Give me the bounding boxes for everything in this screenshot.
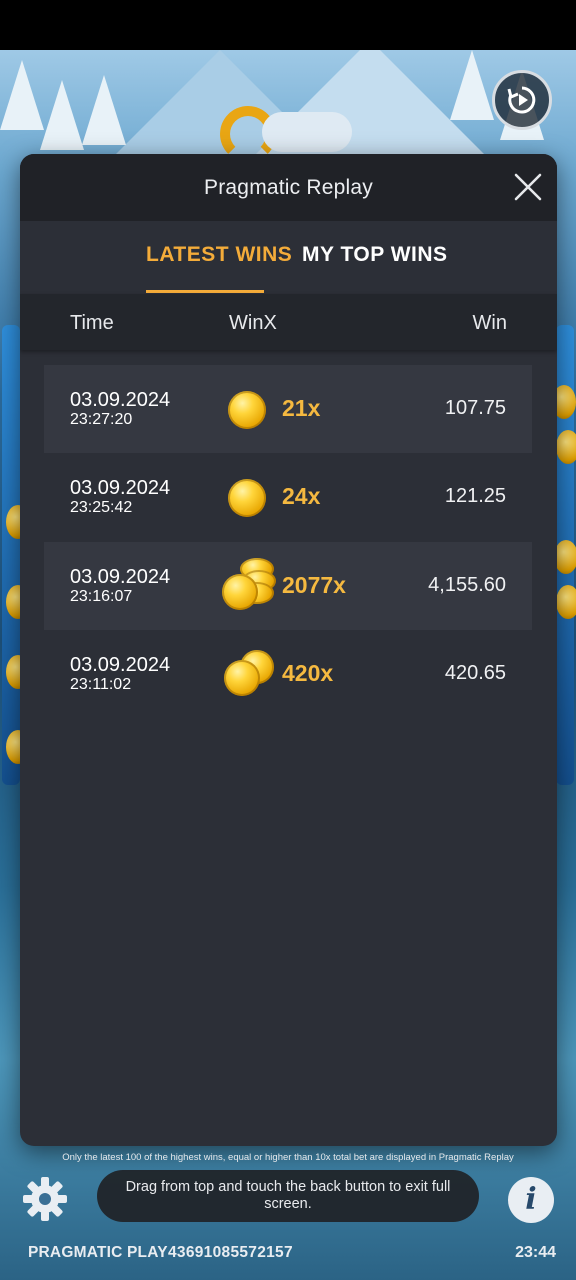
row-date: 03.09.2024 bbox=[70, 654, 171, 676]
tree-shape bbox=[82, 75, 126, 145]
game-bottom-bar: PRAGMATIC PLAY 43691085572157 23:44 bbox=[0, 1236, 576, 1270]
coin-icon bbox=[556, 585, 576, 619]
row-time: 23:27:20 bbox=[70, 411, 133, 428]
coin-icon bbox=[556, 430, 576, 464]
row-date: 03.09.2024 bbox=[70, 566, 171, 588]
tab-my-top-wins[interactable]: MY TOP WINS bbox=[302, 243, 448, 267]
row-date: 03.09.2024 bbox=[70, 389, 171, 411]
close-icon[interactable] bbox=[513, 172, 543, 202]
win-row[interactable]: 03.09.2024 23:11:02 420x 420.65 bbox=[44, 630, 532, 718]
row-multiplier: 420x bbox=[282, 660, 334, 686]
info-icon[interactable]: i bbox=[508, 1177, 554, 1223]
row-time: 23:25:42 bbox=[70, 499, 133, 516]
reel-edge-left bbox=[2, 325, 20, 785]
brand-label: PRAGMATIC PLAY bbox=[28, 1244, 168, 1261]
coin-stack-icon bbox=[222, 558, 280, 616]
status-bar-area bbox=[0, 0, 576, 50]
replay-footnote: Only the latest 100 of the highest wins,… bbox=[62, 1152, 514, 1163]
coin-icon bbox=[554, 540, 576, 574]
tab-bar: LATEST WINS MY TOP WINS bbox=[20, 221, 557, 294]
column-header-winx: WinX bbox=[229, 312, 277, 334]
clock: 23:44 bbox=[515, 1244, 556, 1261]
column-header-time: Time bbox=[70, 312, 114, 334]
win-row[interactable]: 03.09.2024 23:16:07 2077x 4,155.60 bbox=[44, 542, 532, 630]
active-tab-indicator bbox=[146, 290, 264, 293]
replay-modal: Pragmatic Replay LATEST WINS MY TOP WINS… bbox=[20, 154, 557, 1146]
tab-latest-wins[interactable]: LATEST WINS bbox=[146, 243, 292, 267]
replay-button[interactable] bbox=[492, 70, 552, 130]
row-win-amount: 4,155.60 bbox=[428, 574, 506, 596]
single-coin-icon bbox=[224, 383, 280, 439]
column-header-win: Win bbox=[472, 312, 507, 334]
row-date: 03.09.2024 bbox=[70, 477, 171, 499]
win-row[interactable]: 03.09.2024 23:25:42 24x 121.25 bbox=[44, 453, 532, 541]
double-coin-icon bbox=[224, 648, 280, 704]
tree-shape bbox=[40, 80, 84, 150]
replay-icon bbox=[507, 86, 536, 114]
row-win-amount: 121.25 bbox=[444, 485, 506, 507]
fullscreen-toast: Drag from top and touch the back button … bbox=[97, 1170, 479, 1222]
tree-shape bbox=[450, 50, 494, 120]
win-row[interactable]: 03.09.2024 23:27:20 21x 107.75 bbox=[44, 365, 532, 453]
row-multiplier: 2077x bbox=[282, 572, 346, 598]
row-time: 23:11:02 bbox=[70, 676, 132, 693]
round-id: 43691085572157 bbox=[168, 1244, 293, 1261]
row-win-amount: 107.75 bbox=[444, 397, 506, 419]
tree-shape bbox=[0, 60, 44, 130]
table-header: Time WinX Win bbox=[20, 294, 557, 350]
row-win-amount: 420.65 bbox=[444, 662, 506, 684]
modal-header: Pragmatic Replay bbox=[20, 154, 557, 221]
single-coin-icon bbox=[224, 471, 280, 527]
gear-icon[interactable] bbox=[22, 1176, 68, 1222]
modal-title: Pragmatic Replay bbox=[204, 175, 373, 199]
row-multiplier: 24x bbox=[282, 483, 321, 509]
row-multiplier: 21x bbox=[282, 395, 321, 421]
game-logo-cloud bbox=[262, 112, 352, 152]
row-time: 23:16:07 bbox=[70, 588, 133, 605]
